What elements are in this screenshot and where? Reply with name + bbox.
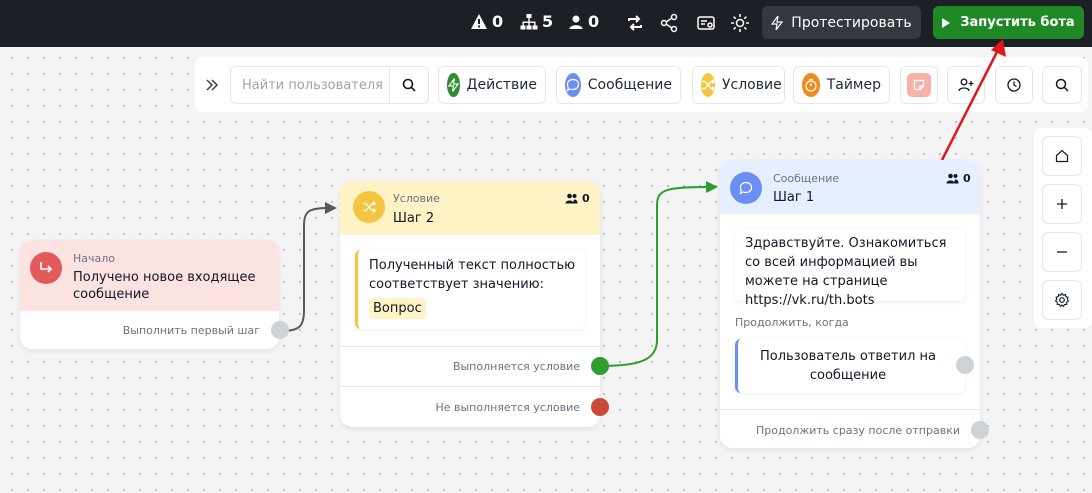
message-node[interactable]: Сообщение Шаг 1 0 Здравствуйте. Ознакоми… xyxy=(720,160,989,448)
reply-trigger-text: Пользователь ответил на сообщение xyxy=(760,349,936,383)
connector-start-to-condition xyxy=(280,207,331,332)
message-node-header: Сообщение Шаг 1 0 xyxy=(720,160,980,214)
arrowhead-green xyxy=(706,181,718,193)
continue-when-label: Продолжить, когда xyxy=(735,316,849,329)
condition-rule-card[interactable]: Полученный текст полностью соответствует… xyxy=(355,250,585,329)
users-icon xyxy=(946,173,959,184)
condition-count-value: 0 xyxy=(582,192,590,205)
continue-after-send-port[interactable] xyxy=(971,421,989,439)
condition-node-header: Условие Шаг 2 0 xyxy=(340,181,600,235)
divider xyxy=(340,346,600,347)
condition-true-port[interactable] xyxy=(591,357,609,375)
condition-false-port[interactable] xyxy=(591,398,609,416)
users-icon xyxy=(565,193,578,204)
message-count-value: 0 xyxy=(963,172,971,185)
start-node-type: Начало xyxy=(73,252,116,265)
message-node-type: Сообщение xyxy=(773,172,840,185)
condition-rule-text: Полученный текст полностью соответствует… xyxy=(369,258,576,292)
hint-arrowhead xyxy=(991,39,1006,57)
enter-arrow-icon xyxy=(30,252,62,284)
divider xyxy=(340,386,600,387)
reply-trigger-port[interactable] xyxy=(956,356,974,374)
chat-bubble-icon xyxy=(730,172,762,204)
continue-after-send-label: Продолжить сразу после отправки xyxy=(755,424,960,437)
condition-node-title: Шаг 2 xyxy=(393,211,435,226)
start-output-label: Выполнить первый шаг xyxy=(122,324,260,337)
arrowhead-gray xyxy=(325,202,337,214)
shuffle-icon xyxy=(353,191,385,223)
condition-value-chip: Вопрос xyxy=(369,298,426,319)
start-output-port[interactable] xyxy=(271,321,289,339)
message-users-count: 0 xyxy=(946,172,971,185)
message-node-title: Шаг 1 xyxy=(773,190,815,205)
condition-true-label: Выполняется условие xyxy=(452,360,580,373)
hint-arrow-line xyxy=(940,45,1002,161)
message-text: Здравствуйте. Ознакомиться со всей инфор… xyxy=(745,236,947,308)
connector-condition-to-message xyxy=(599,186,709,367)
reply-trigger-card[interactable]: Пользователь ответил на сообщение xyxy=(735,339,965,393)
start-node[interactable]: Начало Получено новое входящее сообщение… xyxy=(20,240,289,349)
condition-node-type: Условие xyxy=(393,192,440,205)
condition-users-count: 0 xyxy=(565,192,590,205)
condition-node[interactable]: Условие Шаг 2 0 Полученный текст полност… xyxy=(340,181,609,427)
message-text-card[interactable]: Здравствуйте. Ознакомиться со всей инфор… xyxy=(735,229,965,308)
start-node-title: Получено новое входящее сообщение xyxy=(73,270,256,302)
condition-false-label: Не выполняется условие xyxy=(435,401,580,414)
start-node-header: Начало Получено новое входящее сообщение xyxy=(20,240,279,311)
divider xyxy=(720,409,980,410)
